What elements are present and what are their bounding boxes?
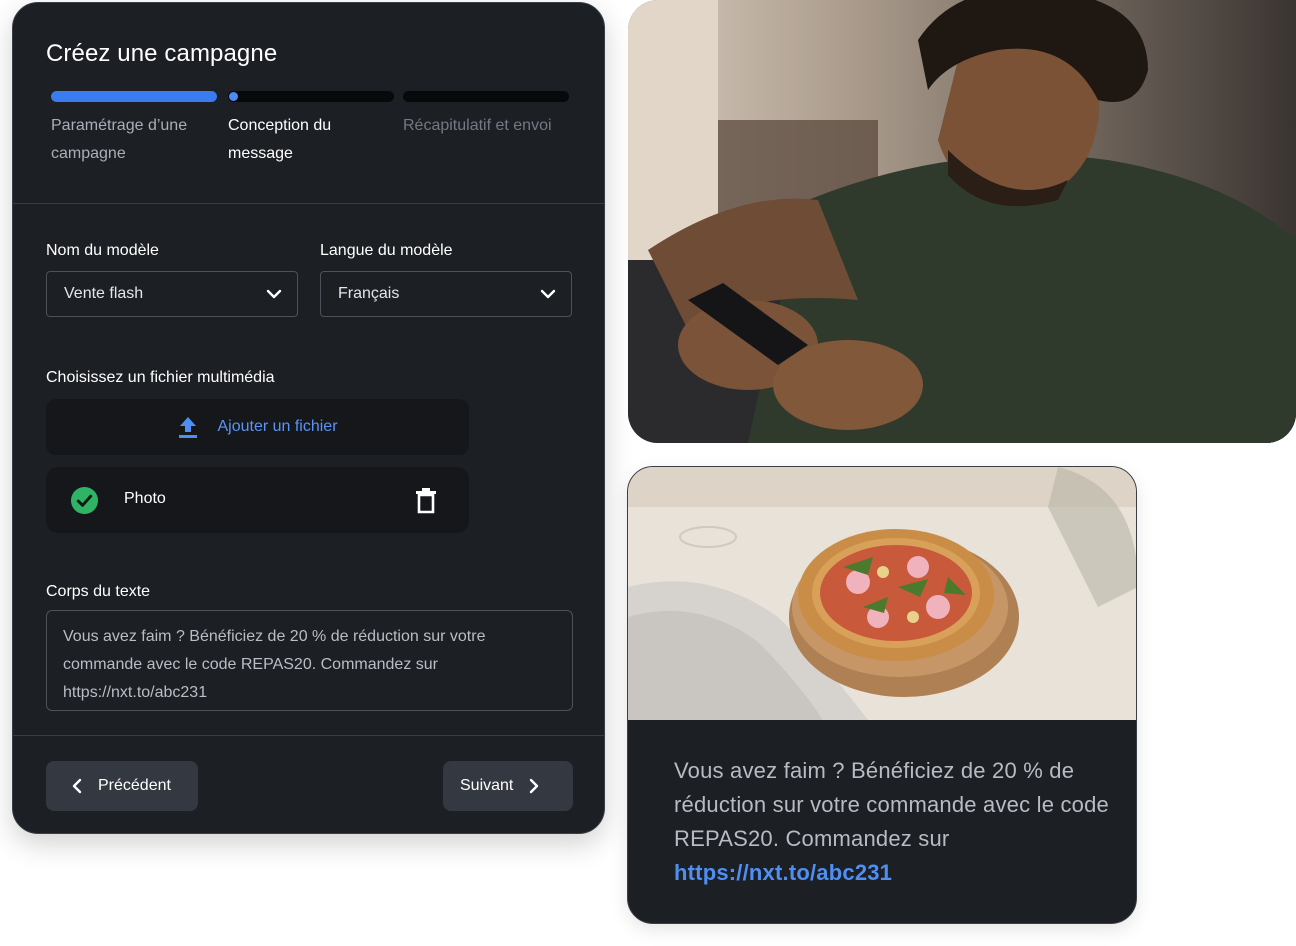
add-file-button[interactable]: Ajouter un fichier — [46, 399, 469, 455]
body-text-label: Corps du texte — [46, 583, 151, 600]
chevron-down-icon — [540, 289, 556, 299]
step-progress-bar — [51, 91, 217, 102]
template-language-select[interactable]: Français — [320, 271, 572, 317]
step-message-design[interactable]: Conception du message — [228, 91, 394, 168]
step-label: Récapitulatif et envoi — [403, 117, 552, 134]
page-title: Créez une campagne — [46, 40, 278, 67]
step-progress-bar — [228, 91, 394, 102]
template-name-value: Vente flash — [64, 285, 144, 302]
template-language-value: Français — [338, 285, 400, 302]
divider — [13, 735, 604, 736]
step-current-indicator — [229, 92, 238, 101]
step-label: Paramétrage d’une campagne — [51, 117, 188, 162]
step-progress-fill — [51, 91, 217, 102]
add-file-label: Ajouter un fichier — [217, 418, 338, 435]
check-circle-icon — [70, 486, 99, 515]
preview-message-text: Vous avez faim ? Bénéficiez de 20 % de r… — [674, 758, 1109, 851]
chevron-down-icon — [266, 289, 282, 299]
pizza-image — [628, 467, 1136, 720]
stepper: Paramétrage d’une campagne Conception du… — [51, 91, 569, 171]
step-campaign-setup[interactable]: Paramétrage d’une campagne — [51, 91, 217, 168]
trash-icon[interactable] — [415, 487, 437, 514]
step-summary-send[interactable]: Récapitulatif et envoi — [403, 91, 569, 140]
chevron-right-icon — [530, 778, 539, 794]
template-name-label: Nom du modèle — [46, 242, 159, 259]
body-text-area[interactable]: Vous avez faim ? Bénéficiez de 20 % de r… — [46, 610, 573, 711]
file-name: Photo — [124, 490, 166, 507]
template-name-select[interactable]: Vente flash — [46, 271, 298, 317]
message-preview-card: Vous avez faim ? Bénéficiez de 20 % de r… — [627, 466, 1137, 924]
uploaded-file-row: Photo — [46, 467, 469, 533]
preview-message: Vous avez faim ? Bénéficiez de 20 % de r… — [674, 754, 1114, 890]
next-button[interactable]: Suivant — [443, 761, 573, 811]
media-label: Choisissez un fichier multimédia — [46, 369, 275, 386]
photo-illustration — [628, 0, 1296, 443]
step-label: Conception du message — [228, 117, 332, 162]
next-label: Suivant — [460, 777, 514, 794]
upload-icon — [179, 417, 198, 438]
divider — [13, 203, 604, 204]
campaign-panel: Créez une campagne Paramétrage d’une cam… — [12, 2, 605, 834]
man-with-phone-photo — [628, 0, 1296, 443]
previous-button[interactable]: Précédent — [46, 761, 198, 811]
chevron-left-icon — [72, 778, 82, 794]
previous-label: Précédent — [98, 777, 171, 794]
step-progress-bar — [403, 91, 569, 102]
template-language-label: Langue du modèle — [320, 242, 453, 259]
preview-message-link[interactable]: https://nxt.to/abc231 — [674, 860, 892, 885]
